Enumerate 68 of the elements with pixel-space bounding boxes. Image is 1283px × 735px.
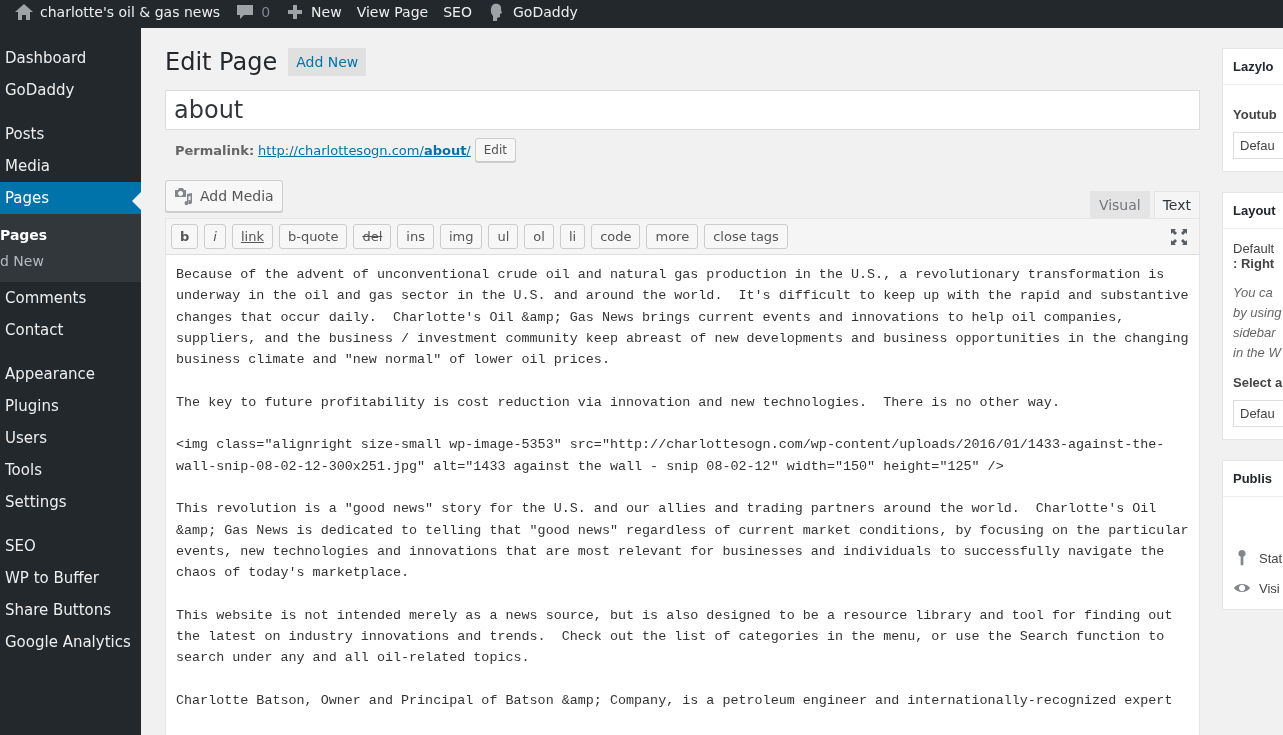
sidebar-item[interactable]: Comments: [0, 282, 141, 314]
quicktag-button[interactable]: b: [171, 224, 199, 249]
add-media-button[interactable]: Add Media: [165, 180, 283, 212]
editor-paragraph: This website is not intended merely as a news source, but is also designed to be a resource library and tool for finding out the latest on industry innovations and trends. Check out the list of categories in the menu, or use the Search function to search under any and all oil-related topics.: [176, 606, 1174, 668]
select-field[interactable]: Defau: [1233, 132, 1283, 159]
panel-value: : Right: [1233, 256, 1276, 271]
sidebar-item[interactable]: Appearance: [0, 346, 141, 390]
quicktag-button[interactable]: close tags: [704, 224, 788, 249]
permalink-link[interactable]: http://charlottesogn.com/about/: [258, 142, 471, 158]
quicktag-button[interactable]: link: [231, 224, 273, 249]
title-field[interactable]: about: [165, 90, 1200, 130]
site-name-link[interactable]: charlotte's oil & gas news: [14, 2, 221, 22]
select-field[interactable]: Defau: [1233, 400, 1283, 427]
panel-note: You ca by using sidebar in the W: [1233, 284, 1283, 362]
submenu-item[interactable]: d New: [0, 248, 141, 274]
panel-label: Select a: [1233, 375, 1283, 390]
editor-paragraph: <img class="alignright size-small wp-image-5353" src="http://charlottesogn.com/wp-content/uploads/2016/01/1433-against-the-wall-snip-08-02-12-300x251.jpg" alt="1433 against the wall - snip 08-02-12" width="150" height="125" />: [176, 436, 1166, 476]
comments-link[interactable]: 0: [235, 2, 271, 22]
page-heading: Edit Page: [165, 48, 278, 76]
panel-label: Youtub: [1233, 107, 1278, 122]
sidebar-item[interactable]: SEO: [0, 518, 141, 562]
editor-paragraph: The key to future profitability is cost reduction via innovation and new technologies. There is no other way.: [176, 393, 1061, 412]
admin-bar-link[interactable]: GoDaddy: [486, 2, 578, 22]
publish-row-label: Visi: [1259, 580, 1280, 596]
publish-row-label: Stat: [1259, 550, 1283, 566]
admin-bar-link[interactable]: New: [285, 2, 342, 22]
camera-music-icon: [174, 186, 194, 206]
sidebar-item[interactable]: Media: [0, 150, 141, 182]
sidebar-item[interactable]: Dashboard: [0, 42, 141, 74]
quicktag-button[interactable]: i: [204, 224, 226, 249]
quicktag-button[interactable]: del: [353, 224, 392, 249]
sidebar-item[interactable]: Google Analytics: [0, 626, 141, 658]
sidebar-item[interactable]: Posts: [0, 106, 141, 150]
panel-title[interactable]: Publis: [1223, 461, 1283, 497]
quicktag-button[interactable]: ol: [524, 224, 554, 249]
quicktag-button[interactable]: ins: [397, 224, 434, 249]
quicktag-button[interactable]: img: [439, 224, 483, 249]
editor-tab[interactable]: Visual: [1089, 191, 1150, 218]
quicktag-button[interactable]: li: [559, 224, 586, 249]
editor-paragraph: Charlotte Batson, Owner and Principal of Batson &amp; Company, is a petroleum engineer and internationally-recognized expert: [176, 691, 1174, 710]
admin-bar-link[interactable]: SEO: [443, 4, 472, 20]
sidebar-item[interactable]: Plugins: [0, 390, 141, 422]
sidebar-item[interactable]: Share Buttons: [0, 594, 141, 626]
comment-icon: [235, 2, 256, 22]
admin-bar-link[interactable]: View Page: [356, 4, 429, 20]
sidebar-item[interactable]: Contact: [0, 314, 141, 346]
panel-title[interactable]: Layout: [1223, 193, 1283, 229]
fullscreen-icon[interactable]: [1169, 226, 1189, 247]
add-new-button[interactable]: Add New: [288, 48, 367, 76]
sidebar-item[interactable]: GoDaddy: [0, 74, 141, 106]
edit-button[interactable]: Edit: [474, 138, 516, 162]
sidebar-item[interactable]: Settings: [0, 486, 141, 518]
permalink-label: Permalink:: [175, 142, 255, 158]
panel-text: Default: [1233, 241, 1276, 256]
sidebar-item[interactable]: Tools: [0, 454, 141, 486]
home-icon: [14, 2, 34, 22]
editor-tab[interactable]: Text: [1153, 191, 1200, 218]
panel-title[interactable]: Lazylo: [1223, 49, 1283, 85]
sidebar-item[interactable]: WP to Buffer: [0, 562, 141, 594]
editor-paragraph: This revolution is a "good news" story for the U.S. and our allies and trading partners around the world. Charlotte's Oil &amp; Gas News is dedicated to telling that "good news" regardless of current market conditions, by focusing on the particular events, new technologies and innovations that are most relevant for businesses and individuals to successfully navigate the chaos of today's marketplace.: [176, 500, 1189, 583]
quicktag-button[interactable]: ul: [488, 224, 519, 249]
editor-paragraph: Because of the advent of unconventional crude oil and natural gas production in the U.S., a revolutionary transformation is underway in the oil and gas sector in the U.S. and around the world. It's difficult to keep up with the rapid and substantive changes that occur daily. Charlotte's Oil &amp; Gas News brings current events and innovations to help oil companies, suppliers, and the business / investment community keep abreast of new developments and business opportunities in the changing business climate and "new normal" of lower oil prices.: [176, 266, 1189, 370]
sidebar-item[interactable]: Users: [0, 422, 141, 454]
quicktag-button[interactable]: b-quote: [278, 224, 348, 249]
sidebar-item[interactable]: Pages: [0, 182, 141, 214]
quicktag-button[interactable]: code: [591, 224, 641, 249]
submenu-item[interactable]: Pages: [0, 222, 141, 248]
quicktag-button[interactable]: more: [646, 224, 699, 249]
